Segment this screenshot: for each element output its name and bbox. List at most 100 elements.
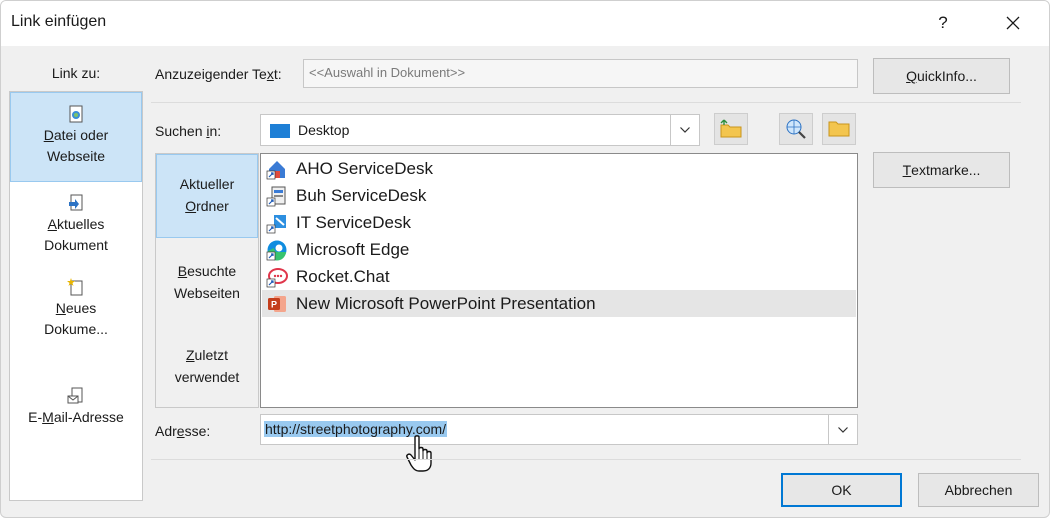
file-list[interactable]: AHO ServiceDesk Buh ServiceDesk IT Servi… — [260, 153, 858, 408]
rocketchat-icon — [266, 267, 288, 287]
sidebar-item-label-line2: Dokument — [44, 237, 108, 253]
address-dropdown-button[interactable] — [828, 415, 857, 444]
link-to-label: Link zu: — [51, 65, 101, 81]
file-name: Buh ServiceDesk — [296, 185, 427, 205]
help-button[interactable]: ? — [921, 7, 965, 39]
bookmark-label-underline: T — [902, 162, 912, 178]
place-label: verwendet — [174, 369, 240, 385]
insert-link-dialog: Link einfügen ? Link zu: Datei oder Webs… — [0, 0, 1050, 518]
sidebar-item-label-line2: Webseite — [46, 148, 106, 164]
file-web-icon — [69, 105, 83, 123]
divider — [151, 459, 1021, 460]
document-icon — [69, 194, 83, 211]
place-recent-files[interactable]: Zuletzt verwendet — [156, 344, 258, 388]
sidebar-item-file-or-webpage[interactable]: Datei oder Webseite — [10, 92, 142, 182]
search-in-value: Desktop — [298, 122, 350, 138]
up-one-folder-button[interactable] — [714, 113, 748, 145]
place-browsed-pages[interactable]: Besuchte Webseiten — [156, 260, 258, 304]
place-current-folder[interactable]: Aktueller Ordner — [156, 154, 258, 238]
label-part: n: — [209, 123, 222, 139]
close-icon — [1006, 16, 1020, 30]
quickinfo-label: uickInfo... — [916, 68, 977, 84]
divider — [151, 102, 1021, 103]
label-part: Adr — [155, 423, 177, 439]
bookmark-label: extmarke... — [911, 162, 981, 178]
browse-file-button[interactable] — [822, 113, 856, 145]
dialog-title: Link einfügen — [11, 13, 107, 30]
new-document-icon — [67, 278, 83, 296]
sidebar-item-label: ktuelles — [56, 216, 105, 232]
sidebar-item-label-underline: M — [42, 409, 54, 425]
svg-text:P: P — [271, 299, 277, 309]
hand-cursor-icon — [406, 435, 432, 472]
place-label: esuchte — [187, 263, 237, 279]
open-folder-icon — [828, 121, 850, 137]
cancel-label: Abbrechen — [944, 482, 1013, 498]
ok-button[interactable]: OK — [781, 473, 902, 507]
list-item[interactable]: AHO ServiceDesk — [262, 155, 856, 182]
display-text-field[interactable]: <<Auswahl in Dokument>> — [303, 59, 858, 88]
browse-web-icon — [786, 119, 806, 139]
label-underline: x — [266, 66, 274, 82]
places-bar: Aktueller Ordner Besuchte Webseiten Zule… — [155, 153, 259, 408]
sidebar-item-label: atei oder — [53, 127, 109, 143]
label-part: sse: — [184, 423, 211, 439]
place-label: Webseiten — [174, 285, 240, 301]
display-text-label: Anzuzeigender Text: — [155, 66, 282, 82]
list-item[interactable]: Microsoft Edge — [262, 236, 856, 263]
desktop-icon — [270, 124, 290, 138]
quickinfo-label-underline: Q — [906, 68, 917, 84]
address-label: Adresse: — [155, 423, 210, 439]
help-icon: ? — [938, 13, 948, 32]
sidebar-item-label: ail-Adresse — [53, 409, 124, 425]
address-input[interactable]: http://streetphotography.com/ — [260, 414, 858, 445]
folder-up-icon — [720, 119, 742, 138]
quickinfo-button[interactable]: QuickInfo... — [873, 58, 1010, 94]
dropdown-arrow-button[interactable] — [670, 115, 699, 145]
close-button[interactable] — [991, 7, 1035, 39]
bookmark-button[interactable]: Textmarke... — [873, 152, 1010, 188]
chevron-down-icon — [838, 426, 848, 433]
sidebar-item-label: E- — [28, 409, 43, 425]
place-label: rdner — [196, 198, 229, 214]
cancel-button[interactable]: Abbrechen — [918, 473, 1039, 507]
sidebar-item-current-document[interactable]: Aktuelles Dokument — [10, 194, 142, 256]
sidebar-item-new-document[interactable]: Neues Dokume... — [10, 278, 142, 340]
place-label-underline: B — [177, 263, 188, 279]
place-label: Aktueller — [179, 176, 235, 192]
list-item[interactable]: Buh ServiceDesk — [262, 182, 856, 209]
file-name: Microsoft Edge — [296, 239, 410, 259]
edge-icon — [266, 240, 287, 261]
place-label: uletzt — [194, 347, 229, 363]
shortcut-icon — [266, 186, 286, 206]
sidebar-item-label-underline: D — [43, 127, 54, 143]
sidebar-item-email-address[interactable]: E-Mail-Adresse — [10, 387, 142, 428]
list-item[interactable]: IT ServiceDesk — [262, 209, 856, 236]
file-name: IT ServiceDesk — [296, 212, 411, 232]
link-to-sidebar: Datei oder Webseite Aktuelles Dokument N… — [9, 91, 143, 501]
email-icon — [67, 387, 83, 404]
sidebar-item-label-line2: Dokume... — [44, 321, 108, 337]
display-text-value: <<Auswahl in Dokument>> — [309, 65, 466, 80]
file-name: New Microsoft PowerPoint Presentation — [296, 293, 596, 313]
search-in-dropdown[interactable]: Desktop — [260, 114, 700, 146]
list-item[interactable]: Rocket.Chat — [262, 263, 856, 290]
sidebar-item-label-underline: N — [55, 300, 66, 316]
ok-label: OK — [831, 482, 852, 498]
file-name: Rocket.Chat — [296, 266, 390, 286]
browse-web-button[interactable] — [779, 113, 813, 145]
label-part: t: — [273, 66, 282, 82]
label-underline: e — [176, 423, 185, 439]
sidebar-item-label-underline: A — [47, 216, 57, 232]
label-part: Anzuzeigender Te — [155, 66, 267, 82]
shortcut-icon — [266, 214, 286, 233]
label-part: Suchen — [155, 123, 207, 139]
powerpoint-icon: P — [268, 295, 286, 312]
chevron-down-icon — [680, 127, 690, 133]
shortcut-icon — [266, 160, 285, 179]
search-in-label: Suchen in: — [155, 123, 221, 139]
place-label-underline: O — [185, 198, 197, 214]
sidebar-item-label: eues — [65, 300, 97, 316]
title-bar: Link einfügen ? — [1, 1, 1049, 46]
list-item[interactable]: P New Microsoft PowerPoint Presentation — [262, 290, 856, 317]
